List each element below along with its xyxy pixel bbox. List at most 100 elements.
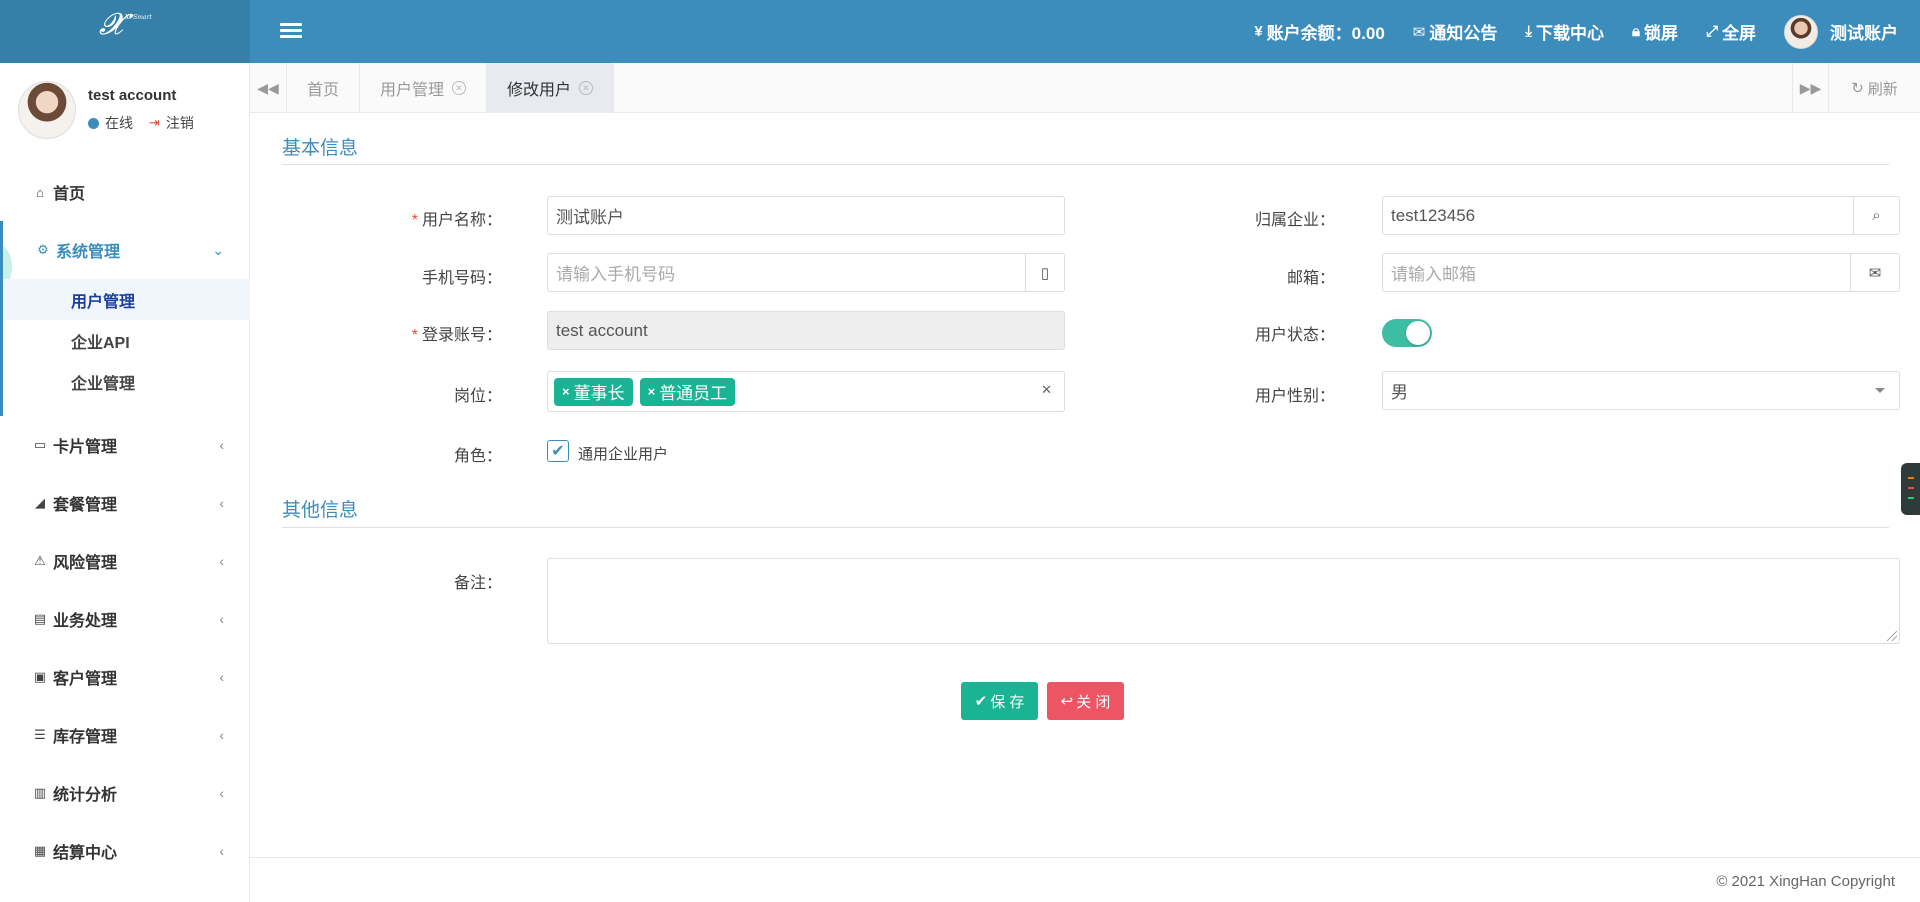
notices-link[interactable]: ✉ 通知公告 <box>1413 19 1498 44</box>
mobile-icon: ▯ <box>1040 264 1050 282</box>
sidebar-item-home[interactable]: ⌂ 首页 <box>0 163 250 221</box>
resize-handle-icon[interactable] <box>1887 631 1897 641</box>
status-toggle[interactable] <box>1382 319 1432 347</box>
sidebar-item-label: 业务处理 <box>53 613 118 630</box>
section-title-basic: 基本信息 <box>282 138 359 159</box>
card-icon: ▭ <box>33 437 47 452</box>
top-right-menu: ¥ 账户余额：0.00 ✉ 通知公告 ⤓ 下载中心 🔒︎ 锁屏 ⤢ 全屏 测试账… <box>1254 0 1898 63</box>
close-button[interactable]: ↩ 关 闭 <box>1047 682 1124 720</box>
logout-icon[interactable]: ⇥ <box>149 115 160 131</box>
home-icon: ⌂ <box>36 184 44 200</box>
checkmark-icon: ✔ <box>551 443 565 460</box>
remark-textarea[interactable] <box>547 558 1900 644</box>
close-icon[interactable]: ✕ <box>452 81 467 95</box>
post-label: 岗位： <box>453 388 502 405</box>
tab-edit-user[interactable]: 修改用户 ✕ <box>487 63 615 113</box>
logo[interactable]: 𝓧 Xi Smart <box>0 0 250 63</box>
search-button[interactable]: ⌕ <box>1853 197 1899 234</box>
post-multiselect[interactable]: × 董事长 × 普通员工 ✕ <box>547 371 1065 412</box>
balance-item[interactable]: ¥ 账户余额：0.00 <box>1254 19 1384 44</box>
user-status: 在线 ⇥ 注销 <box>88 113 194 133</box>
post-tag[interactable]: × 董事长 <box>554 377 633 406</box>
role-checkbox[interactable]: ✔ <box>547 440 569 462</box>
sidebar-item-cards[interactable]: ▭ 卡片管理 ‹ <box>0 416 250 474</box>
fullscreen-link[interactable]: ⤢ 全屏 <box>1706 19 1756 44</box>
lock-screen-link[interactable]: 🔒︎ 锁屏 <box>1632 19 1678 44</box>
tabs-scroll-right-button[interactable]: ▶▶ <box>1792 63 1828 113</box>
remove-tag-icon[interactable]: × <box>562 384 570 399</box>
post-tag[interactable]: × 普通员工 <box>639 377 736 406</box>
user-panel: test account 在线 ⇥ 注销 <box>18 81 238 141</box>
remove-tag-icon[interactable]: × <box>648 384 656 399</box>
sidebar-subitem-enterprise-api[interactable]: 企业API <box>3 320 250 361</box>
gender-value: 男 <box>1391 383 1408 402</box>
refresh-button[interactable]: ↻ 刷新 <box>1828 63 1920 113</box>
sidebar-menu: ⌂ 首页 ⚙ 系统管理 ⌄ 用户管理 企业API 企业管理 ▭ 卡片管理 ‹ ◢… <box>0 163 250 880</box>
chevron-left-icon: ‹ <box>219 843 224 859</box>
save-label: 保 存 <box>990 693 1025 711</box>
download-icon: ⤓ <box>1525 23 1532 40</box>
sidebar-item-inventory[interactable]: ☰ 库存管理 ‹ <box>0 706 250 764</box>
tabs: 首页 用户管理 ✕ 修改用户 ✕ <box>287 63 615 113</box>
tab-home[interactable]: 首页 <box>287 63 361 113</box>
envelope-icon: ✉ <box>1868 264 1882 282</box>
sidebar-item-settlement[interactable]: ▦ 结算中心 ‹ <box>0 822 250 880</box>
chevron-down-icon: ⌄ <box>212 241 224 258</box>
tab-user-management[interactable]: 用户管理 ✕ <box>360 63 488 113</box>
username-input[interactable]: 测试账户 <box>547 196 1065 235</box>
sidebar-item-label: 库存管理 <box>53 729 118 746</box>
sidebar-item-label: 首页 <box>53 186 86 203</box>
sidebar-item-label: 统计分析 <box>53 787 118 804</box>
user-avatar <box>18 81 76 139</box>
online-dot-icon <box>88 117 99 129</box>
phone-label: 手机号码： <box>421 270 502 287</box>
close-label: 关 闭 <box>1076 693 1111 711</box>
reply-icon: ↩ <box>1060 693 1074 710</box>
tab-label: 用户管理 <box>380 82 445 99</box>
phone-input[interactable]: 请输入手机号码 ▯ <box>547 253 1065 292</box>
chevron-left-icon: ‹ <box>219 611 224 627</box>
username-label: * 用户名称： <box>411 212 502 229</box>
tab-label: 首页 <box>307 82 340 99</box>
sidebar-subitem-enterprise[interactable]: 企业管理 <box>3 361 250 402</box>
tabs-scroll-left-button[interactable]: ◀◀ <box>250 63 287 113</box>
logo-mark: 𝓧 Xi Smart <box>99 6 152 42</box>
area-chart-icon: ◢ <box>35 495 45 510</box>
sidebar-item-risk[interactable]: ⚠ 风险管理 ‹ <box>0 532 250 590</box>
clear-selection-icon[interactable]: ✕ <box>1041 382 1052 398</box>
sidebar-subitem-users[interactable]: 用户管理 <box>3 279 250 320</box>
close-icon[interactable]: ✕ <box>579 81 594 95</box>
email-input[interactable]: 请输入邮箱 ✉ <box>1382 253 1900 292</box>
sidebar-item-system[interactable]: ⚙ 系统管理 ⌄ <box>3 221 250 279</box>
sidebar-group-system: ⚙ 系统管理 ⌄ 用户管理 企业API 企业管理 <box>0 221 250 416</box>
chevron-left-icon: ‹ <box>219 495 224 511</box>
logout-link[interactable]: 注销 <box>166 113 194 133</box>
login-account-input: test account <box>547 311 1065 350</box>
role-option-label[interactable]: 通用企业用户 <box>578 443 668 464</box>
lock-label: 锁屏 <box>1643 24 1678 43</box>
floating-widget[interactable] <box>1901 463 1920 515</box>
double-chevron-left-icon: ◀◀ <box>257 79 279 96</box>
user-menu[interactable]: 测试账户 <box>1784 14 1898 49</box>
sidebar-item-customers[interactable]: ▣ 客户管理 ‹ <box>0 648 250 706</box>
gear-icon: ⚙ <box>37 242 49 257</box>
sidebar-item-packages[interactable]: ◢ 套餐管理 ‹ <box>0 474 250 532</box>
save-button[interactable]: ✔ 保 存 <box>961 682 1038 720</box>
company-value: test123456 <box>1391 205 1476 225</box>
balance-label: 账户余额：0.00 <box>1266 24 1385 43</box>
section-divider <box>282 527 1889 528</box>
sidebar-item-statistics[interactable]: ▥ 统计分析 ‹ <box>0 764 250 822</box>
user-name: test account <box>88 87 177 104</box>
gender-select[interactable]: 男 <box>1382 371 1900 410</box>
sidebar-item-label: 结算中心 <box>53 845 118 862</box>
sidebar-toggle-button[interactable] <box>280 20 302 42</box>
email-placeholder: 请输入邮箱 <box>1391 265 1476 284</box>
sidebar-item-business[interactable]: ▤ 业务处理 ‹ <box>0 590 250 648</box>
downloads-link[interactable]: ⤓ 下载中心 <box>1525 19 1604 44</box>
refresh-icon: ↻ <box>1851 80 1864 97</box>
sidebar-item-label: 客户管理 <box>53 671 118 688</box>
lock-icon: 🔒︎ <box>1632 23 1640 40</box>
footer: © 2021 XingHan Copyright <box>250 857 1920 902</box>
check-icon: ✔ <box>974 693 988 710</box>
company-input[interactable]: test123456 ⌕ <box>1382 196 1900 235</box>
